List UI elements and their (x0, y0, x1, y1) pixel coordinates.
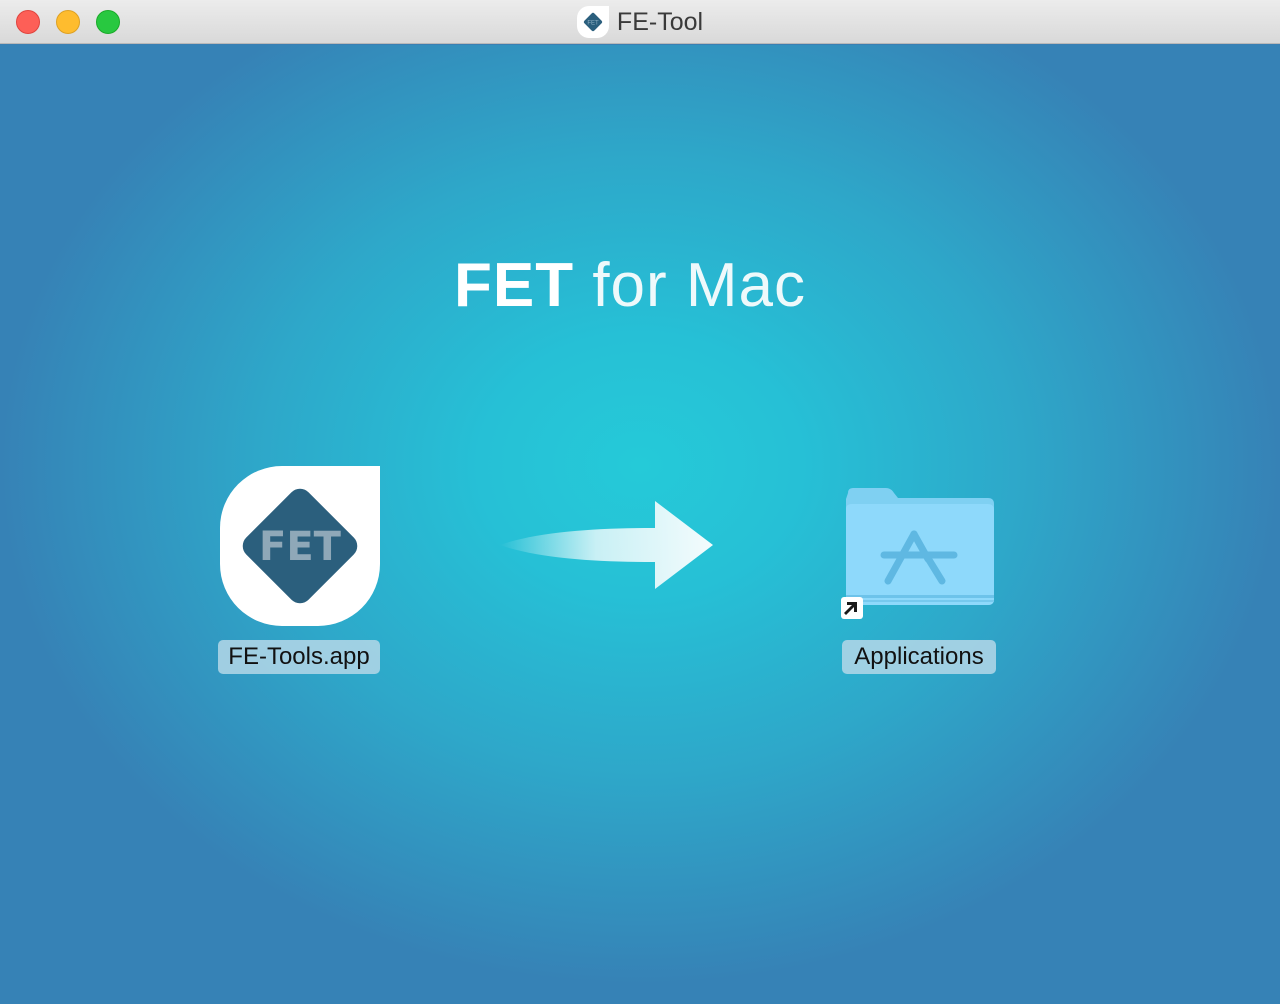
window-title: FET FE-Tool (0, 0, 1280, 44)
applications-folder-icon[interactable] (842, 485, 998, 625)
fet-app-icon[interactable]: FET (220, 466, 380, 626)
app-icon-text: FET (259, 524, 342, 570)
applications-file-label[interactable]: Applications (842, 640, 996, 674)
installer-background: FET for Mac FET FE-Tools.app Application… (0, 45, 1280, 1004)
title-bar[interactable]: FET FE-Tool (0, 0, 1280, 44)
dmg-installer-window: FET FE-Tool FET for Mac FET FE-Tools.app (0, 0, 1280, 1004)
drag-arrow-icon (500, 501, 713, 589)
headline-product: FET (453, 251, 575, 320)
headline-platform: for Mac (592, 251, 807, 320)
title-icon-text: FET (587, 21, 599, 27)
alias-arrow-icon (841, 597, 863, 619)
window-title-text: FE-Tool (616, 8, 704, 36)
fet-app-icon: FET (576, 6, 609, 38)
headline: FET for Mac (0, 250, 1260, 321)
app-file-label[interactable]: FE-Tools.app (218, 640, 380, 674)
